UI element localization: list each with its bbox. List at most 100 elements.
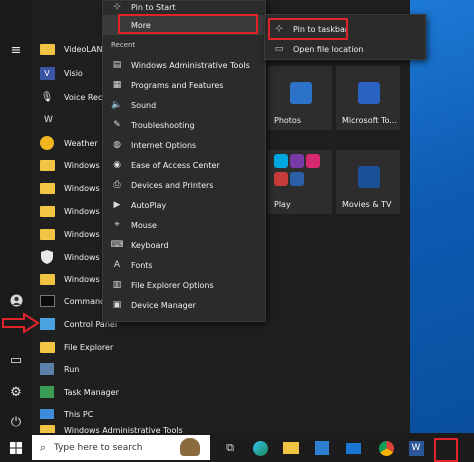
visio-icon: V <box>38 65 56 81</box>
tiles-area: Photos Microsoft To... Play Movies & TV <box>268 0 408 433</box>
search-icon: ⌕ <box>39 440 47 454</box>
app-item-run[interactable]: Run <box>38 358 258 380</box>
menu-item-recent[interactable]: ▥ File Explorer Options <box>103 275 267 295</box>
folder-icon <box>38 339 56 355</box>
movies-icon <box>358 166 380 188</box>
tile-photos[interactable]: Photos <box>268 66 332 130</box>
pin-to-taskbar-highlight <box>268 18 348 40</box>
menu-item-recent[interactable]: ▦ Programs and Features <box>103 75 267 95</box>
run-icon <box>38 361 56 377</box>
start-rail: ≡ ▭ ⚙ ⏻ <box>0 0 32 433</box>
power-icon[interactable]: ⏻ <box>6 412 26 432</box>
menu-item-recent[interactable]: 🔈 Sound <box>103 95 267 115</box>
menu-label: Sound <box>131 100 157 110</box>
prime-video-icon <box>274 154 288 168</box>
app-item-file-explorer[interactable]: File Explorer <box>38 336 258 358</box>
more-highlight <box>118 14 258 34</box>
app-label: Weather <box>64 138 98 148</box>
programs-icon: ▦ <box>112 80 122 90</box>
tile-label: Play <box>274 200 291 209</box>
folder-icon <box>38 203 56 219</box>
mouse-icon: ⌖ <box>114 220 120 230</box>
folder-icon <box>38 226 56 242</box>
tile-label: Microsoft To... <box>342 116 397 125</box>
menu-item-recent[interactable]: ⌨ Keyboard <box>103 235 267 255</box>
recent-header: Recent <box>111 41 136 49</box>
app-label: Run <box>64 364 80 374</box>
app-item-this-pc[interactable]: This PC <box>38 403 258 425</box>
shield-icon <box>38 249 56 265</box>
menu-item-recent[interactable]: ▤ Windows Administrative Tools <box>103 55 267 75</box>
folder-icon <box>38 41 56 57</box>
hamburger-icon[interactable]: ≡ <box>6 40 26 60</box>
windows-start-icon[interactable] <box>6 438 26 458</box>
folder-icon <box>38 180 56 196</box>
menu-label: Internet Options <box>131 140 197 150</box>
microphone-icon: 🎙 <box>40 91 54 103</box>
app-label: Command <box>64 296 106 306</box>
letter-header-w[interactable]: W <box>44 115 53 125</box>
folder-icon <box>38 157 56 173</box>
context-menu: ⊹ Pin to Start More › Recent ▤ Windows Admi… <box>102 0 267 322</box>
device-manager-icon: ▣ <box>112 300 122 310</box>
menu-label: File Explorer Options <box>131 280 214 290</box>
globe-icon: ◍ <box>113 140 121 150</box>
desktop-background <box>410 0 474 433</box>
folder-icon <box>38 271 56 287</box>
user-icon[interactable] <box>6 290 26 310</box>
menu-item-recent[interactable]: ⎙ Devices and Printers <box>103 175 267 195</box>
menu-label: Programs and Features <box>131 80 224 90</box>
task-manager-icon <box>38 384 56 400</box>
menu-label: Device Manager <box>131 300 196 310</box>
app-item-task-manager[interactable]: Task Manager <box>38 381 258 403</box>
pictures-icon[interactable]: ▭ <box>6 350 26 370</box>
menu-label: Devices and Printers <box>131 180 214 190</box>
menu-label: Fonts <box>131 260 153 270</box>
wrench-icon: ✎ <box>113 120 121 130</box>
weather-icon <box>38 135 56 151</box>
speaker-icon: 🔈 <box>111 100 123 110</box>
menu-label: Troubleshooting <box>131 120 195 130</box>
app-icon <box>290 172 304 186</box>
menu-item-recent[interactable]: ✎ Troubleshooting <box>103 115 267 135</box>
game-icon <box>290 154 304 168</box>
file-explorer-icon[interactable] <box>281 438 301 458</box>
menu-label: Ease of Access Center <box>131 160 220 170</box>
menu-item-recent[interactable]: ◍ Internet Options <box>103 135 267 155</box>
task-view-icon[interactable]: ⧉ <box>220 438 240 458</box>
folder-options-icon: ▥ <box>112 280 122 290</box>
app-label: This PC <box>64 409 94 419</box>
store-icon[interactable] <box>312 438 332 458</box>
folder-icon: ▤ <box>112 60 122 70</box>
gear-icon[interactable]: ⚙ <box>6 382 26 402</box>
search-box[interactable]: ⌕ Type here to search <box>32 435 210 460</box>
app-label: Visio <box>64 68 83 78</box>
tile-play[interactable]: Play <box>268 150 332 214</box>
menu-item-recent[interactable]: ⌖ Mouse <box>103 215 267 235</box>
edge-icon[interactable] <box>250 438 270 458</box>
tile-movies-tv[interactable]: Movies & TV <box>336 150 400 214</box>
computer-icon <box>38 406 56 422</box>
instagram-icon <box>306 154 320 168</box>
word-icon[interactable]: W <box>406 438 426 458</box>
chrome-icon[interactable] <box>376 438 396 458</box>
menu-item-recent[interactable]: A Fonts <box>103 255 267 275</box>
autoplay-icon: ▶ <box>113 200 121 210</box>
folder-open-icon: ▭ <box>274 44 284 54</box>
app-label: VideoLAN <box>64 44 103 54</box>
app-icon <box>274 172 288 186</box>
menu-item-recent[interactable]: ◉ Ease of Access Center <box>103 155 267 175</box>
menu-item-recent[interactable]: ▣ Device Manager <box>103 295 267 315</box>
tile-label: Movies & TV <box>342 200 392 209</box>
terminal-icon <box>38 293 56 309</box>
control-panel-icon <box>38 316 56 332</box>
taskbar-empty-slot-highlight <box>434 438 458 462</box>
menu-label: Keyboard <box>131 240 169 250</box>
menu-item-recent[interactable]: ▶ AutoPlay <box>103 195 267 215</box>
accessibility-icon: ◉ <box>113 160 121 170</box>
photos-icon <box>290 82 312 104</box>
mail-icon[interactable] <box>343 438 363 458</box>
keyboard-icon: ⌨ <box>110 240 124 250</box>
menu-item-open-file-location[interactable]: ▭ Open file location <box>265 39 425 59</box>
tile-todo[interactable]: Microsoft To... <box>336 66 400 130</box>
